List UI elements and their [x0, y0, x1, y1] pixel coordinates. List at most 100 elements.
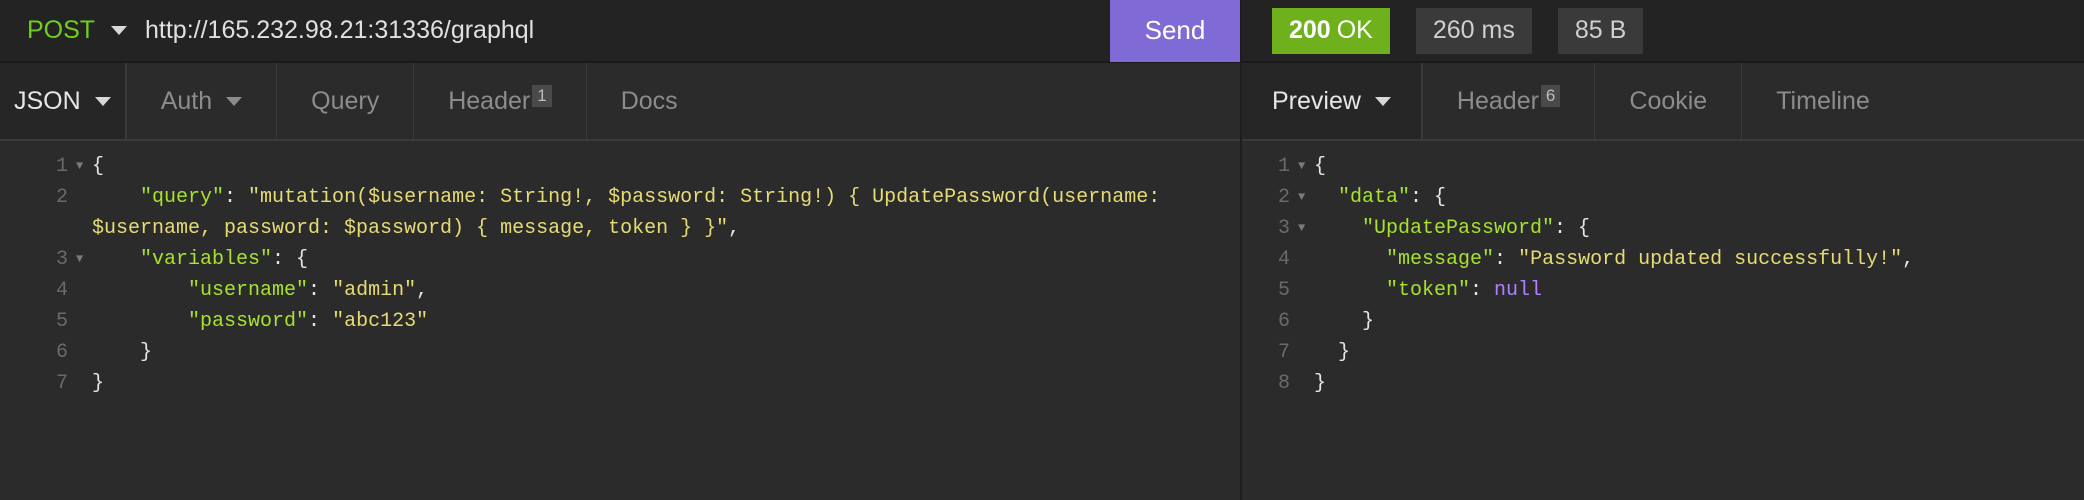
- status-code: 200: [1289, 16, 1331, 44]
- tab-label: Auth: [160, 86, 213, 115]
- line-number: 1: [55, 155, 68, 178]
- code-text: "message": "Password updated successfull…: [1386, 248, 1915, 271]
- tab-query[interactable]: Query: [277, 63, 415, 139]
- tab-label-text: Header: [1456, 86, 1539, 115]
- response-size-badge: 85 B: [1557, 7, 1644, 54]
- code-line: 2 "query": "mutation($username: String!,…: [0, 182, 1240, 213]
- brace: }: [1338, 341, 1351, 364]
- json-key: "password": [188, 310, 309, 333]
- code-line: 5 "token": null: [1242, 275, 2084, 306]
- line-number: 4: [1277, 248, 1290, 271]
- line-number: 6: [55, 341, 68, 364]
- code-line: 8 }: [1242, 368, 2084, 399]
- code-line: 6 }: [1242, 306, 2084, 337]
- code-line: 5 "password": "abc123": [0, 306, 1240, 337]
- method-dropdown[interactable]: POST: [0, 0, 135, 62]
- code-line: 3 ▼ "UpdatePassword": {: [1242, 213, 2084, 244]
- fold-arrow-icon[interactable]: ▼: [72, 244, 92, 275]
- fold-arrow-icon[interactable]: ▼: [1294, 213, 1314, 244]
- tab-label: Query: [311, 86, 380, 115]
- line-number: 7: [55, 372, 68, 395]
- url-bar: POST Send: [0, 0, 1240, 63]
- brace: {: [1314, 155, 1327, 178]
- tab-cookie[interactable]: Cookie: [1595, 63, 1743, 139]
- brace: }: [92, 372, 105, 395]
- json-key: "query": [140, 186, 225, 209]
- brace: : {: [272, 248, 309, 271]
- tab-header[interactable]: Header 1: [414, 63, 587, 139]
- line-number: 3: [55, 248, 68, 271]
- json-string: $username, password: $password) { messag…: [92, 217, 729, 240]
- code-text: }: [1314, 337, 1350, 368]
- code-text: "password": "abc123": [188, 310, 429, 333]
- tab-label: Header 1: [448, 84, 552, 116]
- send-button[interactable]: Send: [1110, 0, 1240, 62]
- json-key: "UpdatePassword": [1362, 217, 1555, 240]
- status-badge: 200 OK: [1272, 7, 1390, 54]
- response-tabs: Preview Header 6 Cookie Timeline: [1242, 63, 2084, 141]
- response-pane: 200 OK 260 ms 85 B Preview Header 6 Cookie…: [1240, 0, 2084, 500]
- code-text: }: [1314, 368, 1326, 399]
- header-count-badge: 1: [532, 84, 552, 107]
- json-key: "data": [1338, 186, 1411, 209]
- method-label: POST: [27, 16, 96, 44]
- tab-label: Docs: [620, 86, 678, 115]
- line-number: 2: [55, 186, 68, 209]
- fold-arrow-icon[interactable]: ▼: [1294, 151, 1314, 182]
- code-line: 7 }: [0, 368, 1240, 399]
- json-key: "username": [188, 279, 309, 302]
- tab-label: Header 6: [1456, 84, 1561, 116]
- response-preview: 1 ▼ { 2 ▼ "data": { 3 ▼ "UpdatePassword"…: [1242, 141, 2084, 399]
- line-number: [0, 213, 72, 244]
- code-line: 6 }: [0, 337, 1240, 368]
- fold-arrow-icon[interactable]: ▼: [1294, 182, 1314, 213]
- code-text: }: [92, 337, 152, 368]
- code-text: "data": {: [1338, 186, 1447, 209]
- line-number: 1: [1277, 155, 1290, 178]
- fold-arrow-icon[interactable]: ▼: [72, 151, 92, 182]
- tab-response-header[interactable]: Header 6: [1423, 63, 1596, 139]
- json-string: "Password updated successfully!": [1518, 248, 1903, 271]
- code-text: "query": "mutation($username: String!, $…: [140, 186, 1161, 209]
- json-key: "token": [1386, 279, 1471, 302]
- code-text: }: [1314, 306, 1374, 337]
- code-text: {: [92, 151, 104, 182]
- tab-preview[interactable]: Preview: [1242, 63, 1423, 139]
- line-number: 5: [1277, 279, 1290, 302]
- status-text: OK: [1336, 16, 1373, 44]
- line-number: 6: [1277, 310, 1290, 333]
- json-string: "admin": [332, 279, 417, 302]
- tab-json[interactable]: JSON: [0, 63, 127, 139]
- line-number: 4: [55, 279, 68, 302]
- request-pane: POST Send JSON Auth Query Header1 Docs: [0, 0, 1240, 500]
- tab-auth[interactable]: Auth: [127, 63, 278, 139]
- json-null: null: [1494, 279, 1543, 302]
- code-text: "token": null: [1386, 279, 1543, 302]
- brace: {: [92, 155, 105, 178]
- request-body-editor[interactable]: 1 ▼ { 2 "query": "mutation($username: St…: [0, 141, 1240, 399]
- tab-timeline[interactable]: Timeline: [1742, 63, 1904, 139]
- brace: }: [140, 341, 153, 364]
- tab-docs[interactable]: Docs: [587, 63, 712, 139]
- tab-label: JSON: [14, 86, 81, 115]
- code-line: 4 "username": "admin",: [0, 275, 1240, 306]
- url-input[interactable]: [135, 0, 1110, 62]
- app-window: POST Send JSON Auth Query Header1 Docs: [0, 0, 2084, 500]
- json-key: "variables": [140, 248, 273, 271]
- code-line: 2 ▼ "data": {: [1242, 182, 2084, 213]
- tab-label-text: Header: [448, 86, 531, 115]
- header-count-badge: 6: [1540, 84, 1561, 107]
- brace: }: [1362, 310, 1375, 333]
- code-line: 3 ▼ "variables": {: [0, 244, 1240, 275]
- line-number: 8: [1277, 372, 1290, 395]
- chevron-down-icon: [94, 96, 111, 106]
- code-line: $username, password: $password) { messag…: [0, 213, 1240, 244]
